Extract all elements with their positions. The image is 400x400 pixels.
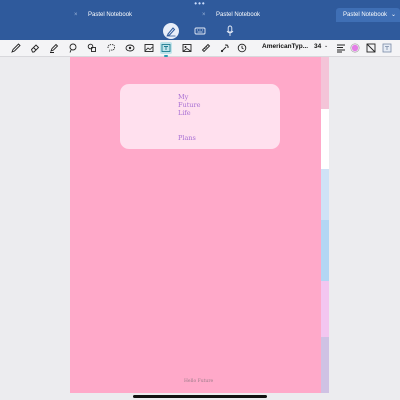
tab-label: Pastel Notebook [343,12,388,18]
text-box-style-icon[interactable] [381,42,393,54]
font-name-selector[interactable]: AmericanTyp... [262,43,308,50]
highlighter-icon[interactable] [48,42,60,54]
tab-close-icon[interactable]: × [74,8,78,22]
lasso-icon[interactable] [67,42,79,54]
window-dots[interactable]: ••• [0,0,400,8]
font-size-selector[interactable]: 34 [314,43,321,50]
subtitle-plans: Plans [178,134,196,142]
tab-pastel-notebook-2[interactable]: × Pastel Notebook [198,8,334,22]
tab-close-icon[interactable]: × [202,8,206,22]
section-tab-2[interactable] [321,109,329,169]
sticker-icon[interactable] [124,42,136,54]
ruler-icon[interactable] [200,42,212,54]
lasso-loop-icon[interactable] [105,42,117,54]
title-box[interactable] [120,84,280,149]
keyboard-icon[interactable] [192,23,208,39]
pen-icon[interactable] [10,42,22,54]
image-icon[interactable] [143,42,155,54]
photo-icon[interactable] [181,42,193,54]
text-tool-icon[interactable] [160,42,172,57]
laser-pointer-icon[interactable] [219,42,231,54]
eraser-icon[interactable] [29,42,41,54]
title-line-my: My [178,93,189,101]
microphone-icon[interactable] [222,23,238,39]
section-tab-3[interactable] [321,169,329,220]
section-tab-4[interactable] [321,220,329,281]
shapes-icon[interactable] [86,42,98,54]
home-indicator[interactable] [133,395,267,398]
section-tab-6[interactable] [321,337,329,393]
clock-icon[interactable] [236,42,248,54]
no-fill-icon[interactable] [365,42,377,54]
tab-label: Pastel Notebook [216,12,261,18]
pencil-circle-icon[interactable] [163,23,179,39]
tab-strip: ••• × Pastel Notebook × Pastel Notebook … [0,0,400,22]
tab-pastel-notebook-1[interactable]: × Pastel Notebook [70,8,196,22]
tool-bar: AmericanTyp... 34 ⌄ [0,40,400,57]
title-line-life: Life [178,109,191,117]
tab-label: Pastel Notebook [88,12,133,18]
mode-bar [0,22,400,40]
tab-pastel-notebook-3[interactable]: Pastel Notebook ⌄ [336,8,400,22]
chevron-down-icon[interactable]: ⌄ [391,8,396,22]
text-align-icon[interactable] [335,42,347,54]
section-tab-5[interactable] [321,281,329,337]
chevron-down-icon[interactable]: ⌄ [324,43,328,49]
text-color-swatch[interactable] [349,42,361,54]
section-tab-1[interactable] [321,57,329,109]
title-line-future: Future [178,101,201,109]
page-footer: Hello Future [184,379,214,384]
